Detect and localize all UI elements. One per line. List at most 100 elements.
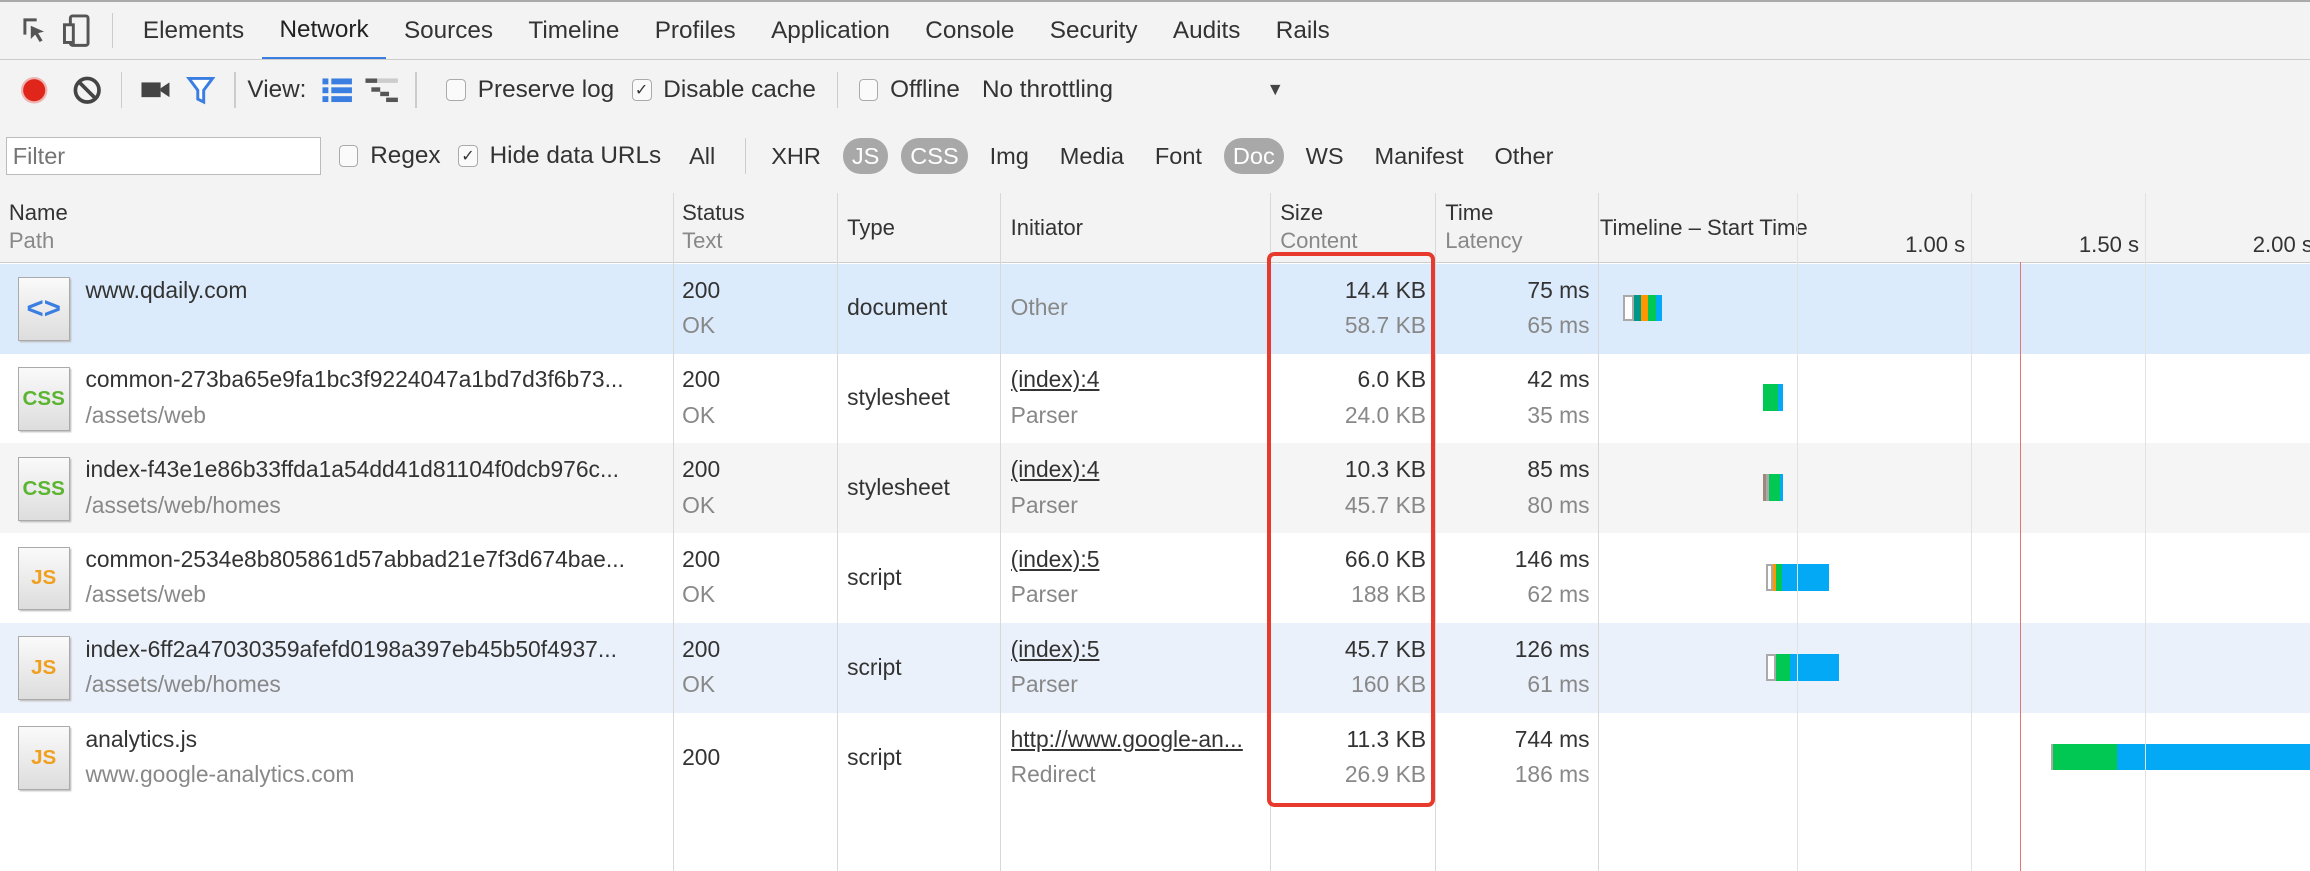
type-filter-media[interactable]: Media [1051,138,1133,174]
time-cell: 126 ms 61 ms [1514,635,1590,698]
header-type[interactable]: Type [847,214,895,242]
timing-bar-waiting [2052,743,2118,771]
header-timeline[interactable]: Timeline – Start Time [1600,214,1808,242]
name-cell[interactable]: www.qdaily.com [85,264,667,354]
type-filter-ws[interactable]: WS [1297,138,1353,174]
divider [415,72,417,108]
timing-bar-download [1781,564,1829,591]
table-row[interactable]: JS index-6ff2a47030359afefd0198a397eb45b5… [0,623,2310,714]
tab-elements[interactable]: Elements [125,2,262,59]
table-row[interactable]: <> www.qdaily.com 200 OK document Other 14.4 K… [0,263,2310,354]
large-rows-view-icon[interactable] [315,68,359,112]
inspect-element-icon[interactable] [12,9,56,53]
type-filter-img[interactable]: Img [981,138,1038,174]
name-cell[interactable]: index-6ff2a47030359afefd0198a397eb45b50f… [85,623,667,713]
type-filter-all[interactable]: All [680,138,724,174]
type-filter-doc[interactable]: Doc [1224,138,1284,175]
type-cell: document [847,294,948,321]
type-cell: script [847,653,902,680]
device-toolbar-icon[interactable] [56,9,100,53]
tab-audits[interactable]: Audits [1155,2,1258,59]
capture-screenshots-icon[interactable] [134,68,178,112]
table-row[interactable]: CSS index-f43e1e86b33ffda1a54dd41d81104f0… [0,443,2310,534]
type-filter-js[interactable]: JS [843,138,889,175]
column-divider[interactable] [1000,192,1001,871]
tab-sources[interactable]: Sources [386,2,510,59]
table-row[interactable]: JS analytics.js www.google-analytics.com 20… [0,713,2310,803]
regex-checkbox[interactable] [338,144,359,168]
tab-rails[interactable]: Rails [1258,2,1347,59]
status-cell: 200 OK [682,366,721,428]
initiator-link[interactable]: (index):5 [1011,632,1264,667]
timing-bar-waiting [1769,474,1780,501]
clear-button[interactable] [65,68,109,112]
status-cell: 200 OK [682,635,721,698]
hide-data-urls-checkbox[interactable]: ✓ [458,144,478,168]
name-cell[interactable]: analytics.js www.google-analytics.com [85,713,667,803]
timeline-cell [1600,264,2310,354]
overview-view-icon[interactable] [359,68,403,112]
filter-icon[interactable] [178,68,222,112]
header-initiator[interactable]: Initiator [1011,214,1083,242]
timeline-gridline [1971,192,1972,871]
column-divider[interactable] [836,192,838,871]
column-divider[interactable] [1598,192,1600,871]
table-row[interactable]: JS common-2534e8b805861d57abbad21e7f3d674… [0,533,2310,624]
requests-table: Name Path Status Text Type Initiator Size C… [0,192,2310,871]
header-size[interactable]: Size Content [1280,199,1357,255]
header-name[interactable]: Name Path [9,199,68,255]
tab-timeline[interactable]: Timeline [511,2,637,59]
name-cell[interactable]: common-2534e8b805861d57abbad21e7f3d674ba… [85,533,667,623]
timeline-cell [1600,354,2310,444]
type-filter-manifest[interactable]: Manifest [1366,138,1473,174]
type-filter-font[interactable]: Font [1146,138,1211,174]
type-cell: script [847,743,902,770]
type-filter-other[interactable]: Other [1486,138,1563,174]
type-filter-xhr[interactable]: XHR [762,138,829,174]
timing-bar-download [1656,294,1662,322]
time-cell: 85 ms 80 ms [1527,456,1590,518]
tab-network[interactable]: Network [261,2,387,60]
devtools-window: Elements Network Sources Timeline Profiles Ap… [0,0,2310,871]
js-file-icon: JS [17,546,70,611]
divider [836,72,838,108]
column-divider[interactable] [673,192,674,871]
tab-profiles[interactable]: Profiles [637,2,753,59]
timing-bar-queue [1766,654,1777,681]
record-button[interactable] [12,68,56,112]
name-cell[interactable]: index-f43e1e86b33ffda1a54dd41d81104f0dcb… [85,443,667,533]
disable-cache-checkbox[interactable]: ✓ [631,78,652,102]
js-file-icon: JS [17,636,70,701]
initiator-cell: (index):4 Parser [1011,354,1264,444]
timing-bar-waiting [1762,384,1779,411]
preserve-log-checkbox[interactable] [446,78,466,102]
time-cell: 744 ms 186 ms [1514,725,1590,788]
preserve-log-label: Preserve log [477,75,615,103]
initiator-link[interactable]: (index):5 [1011,542,1264,577]
filter-bar: Regex ✓ Hide data URLs All XHR JS CSS Img Medi… [0,119,2310,194]
timeline-tick-label: 2.00 s [2252,232,2310,258]
type-filter-css[interactable]: CSS [901,138,968,175]
initiator-link[interactable]: (index):4 [1011,362,1264,397]
timing-bar-waiting [1776,654,1791,681]
timeline-cell [1600,713,2310,803]
timing-bar-download [2117,743,2310,771]
tab-console[interactable]: Console [908,2,1033,59]
table-row[interactable]: CSS common-273ba65e9fa1bc3f9224047a1bd7d3… [0,353,2310,444]
filter-input[interactable] [5,137,322,176]
name-cell[interactable]: common-273ba65e9fa1bc3f9224047a1bd7d3f6b… [85,354,667,444]
timing-bar-queue [1623,294,1634,322]
timing-bar-queue [1766,564,1773,591]
initiator-link[interactable]: http://www.google-an... [1011,722,1264,757]
throttling-select[interactable]: No throttling ▼ [982,76,1284,104]
divider [744,138,747,174]
offline-checkbox[interactable] [858,78,879,102]
initiator-link[interactable]: (index):4 [1011,452,1264,487]
tab-security[interactable]: Security [1032,2,1155,59]
status-cell: 200 OK [682,276,721,338]
column-divider[interactable] [1434,192,1436,871]
tab-application[interactable]: Application [753,2,907,59]
header-time[interactable]: Time Latency [1445,199,1522,255]
header-status[interactable]: Status Text [682,199,745,255]
timing-bar-download [1779,474,1784,501]
